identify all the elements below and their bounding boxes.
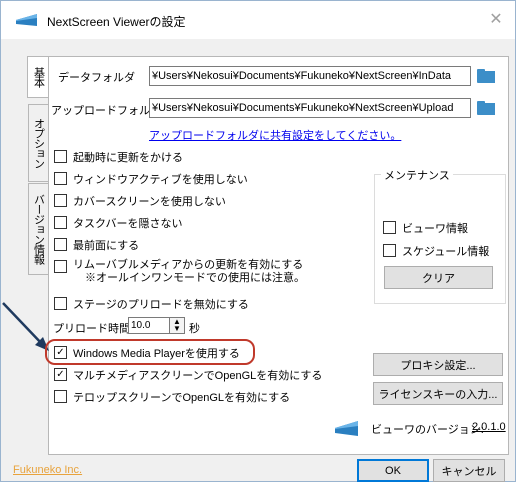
clear-button[interactable]: クリア bbox=[384, 266, 493, 289]
close-button[interactable]: ✕ bbox=[485, 9, 507, 31]
maintenance-title: メンテナンス bbox=[381, 167, 453, 183]
upload-folder-label: アップロードフォルダ bbox=[51, 105, 161, 117]
checkbox-label: カバースクリーンを使用しない bbox=[73, 196, 226, 208]
share-setting-link[interactable]: アップロードフォルダに共有設定をしてください。 bbox=[149, 127, 401, 143]
checkbox-removable-media[interactable]: リムーバブルメディアからの更新を有効にする ※オールインワンモードでの使用には注… bbox=[54, 259, 305, 285]
checkbox-topmost[interactable]: 最前面にする bbox=[54, 237, 139, 253]
checkbox-box[interactable] bbox=[54, 390, 67, 403]
tab-basic-label: 基本 bbox=[32, 67, 45, 87]
license-key-button[interactable]: ライセンスキーの入力... bbox=[373, 382, 503, 405]
checkbox-label: ステージのプリロードを無効にする bbox=[73, 299, 249, 311]
checkbox-disable-preload[interactable]: ステージのプリロードを無効にする bbox=[54, 296, 249, 312]
checkbox-box[interactable] bbox=[54, 216, 67, 229]
tab-options[interactable]: オプション bbox=[28, 104, 49, 182]
checkbox-box[interactable] bbox=[54, 150, 67, 163]
checkbox-schedule-info[interactable]: スケジュール情報 bbox=[383, 243, 489, 259]
checkbox-box[interactable]: ✓ bbox=[54, 368, 67, 381]
version-value: 2.0.1.0 bbox=[472, 421, 506, 433]
preload-time-spinner[interactable]: ▲ ▼ bbox=[169, 317, 185, 334]
tab-version-info[interactable]: バージョン情報 bbox=[28, 183, 49, 275]
tab-basic[interactable]: 基本 bbox=[27, 56, 49, 98]
title-bar: NextScreen Viewerの設定 ✕ bbox=[1, 1, 515, 39]
checkbox-update-on-start[interactable]: 起動時に更新をかける bbox=[54, 149, 183, 165]
preload-time-input[interactable]: 10.0 bbox=[128, 317, 172, 334]
checkbox-box[interactable] bbox=[383, 221, 396, 234]
data-folder-label: データフォルダ bbox=[58, 72, 135, 84]
ok-button[interactable]: OK bbox=[357, 459, 429, 482]
checkbox-label: マルチメディアスクリーンでOpenGLを有効にする bbox=[73, 370, 323, 382]
checkbox-box[interactable] bbox=[54, 172, 67, 185]
preload-time-label: プリロード時間 bbox=[53, 323, 130, 335]
checkbox-windows-media-player[interactable]: ✓ Windows Media Playerを使用する bbox=[54, 345, 240, 361]
company-link[interactable]: Fukuneko Inc. bbox=[13, 464, 82, 476]
checkbox-label: 起動時に更新をかける bbox=[73, 152, 183, 164]
checkbox-no-window-active[interactable]: ウィンドウアクティブを使用しない bbox=[54, 171, 248, 187]
checkbox-no-cover-screen[interactable]: カバースクリーンを使用しない bbox=[54, 193, 226, 209]
checkbox-label: テロップスクリーンでOpenGLを有効にする bbox=[73, 392, 291, 404]
preload-unit: 秒 bbox=[189, 323, 200, 335]
checkbox-box[interactable]: ✓ bbox=[54, 346, 67, 359]
checkbox-multimedia-opengl[interactable]: ✓ マルチメディアスクリーンでOpenGLを有効にする bbox=[54, 367, 322, 383]
checkbox-label: タスクバーを隠さない bbox=[73, 218, 183, 230]
settings-window: NextScreen Viewerの設定 ✕ 基本 オプション バージョン情報 … bbox=[0, 0, 516, 482]
checkbox-box[interactable] bbox=[54, 194, 67, 207]
version-app-icon bbox=[335, 421, 358, 436]
checkbox-label: ウィンドウアクティブを使用しない bbox=[73, 174, 248, 186]
checkbox-box[interactable] bbox=[54, 260, 67, 273]
data-folder-field[interactable]: ¥Users¥Nekosui¥Documents¥Fukuneko¥NextSc… bbox=[149, 66, 471, 86]
checkbox-label: リムーバブルメディアからの更新を有効にする bbox=[73, 259, 304, 271]
app-icon bbox=[16, 14, 37, 26]
checkbox-label: スケジュール情報 bbox=[402, 246, 490, 258]
tab-version-info-label: バージョン情報 bbox=[32, 194, 45, 264]
window-title: NextScreen Viewerの設定 bbox=[47, 15, 186, 29]
checkbox-label: 最前面にする bbox=[73, 240, 140, 252]
version-label: ビューワのバージョン: bbox=[371, 424, 484, 436]
checkbox-show-taskbar[interactable]: タスクバーを隠さない bbox=[54, 215, 182, 231]
checkbox-telop-opengl[interactable]: テロップスクリーンでOpenGLを有効にする bbox=[54, 389, 290, 405]
checkbox-label: ビューワ情報 bbox=[402, 223, 468, 235]
checkbox-label: Windows Media Playerを使用する bbox=[73, 348, 240, 360]
upload-folder-field[interactable]: ¥Users¥Nekosui¥Documents¥Fukuneko¥NextSc… bbox=[149, 98, 471, 118]
cancel-button[interactable]: キャンセル bbox=[433, 459, 505, 482]
checkbox-viewer-info[interactable]: ビューワ情報 bbox=[383, 220, 468, 236]
folder-icon[interactable] bbox=[477, 101, 495, 115]
checkbox-box[interactable] bbox=[383, 244, 396, 257]
tab-options-label: オプション bbox=[32, 118, 45, 168]
spin-down-icon[interactable]: ▼ bbox=[170, 325, 184, 333]
proxy-settings-button[interactable]: プロキシ設定... bbox=[373, 353, 503, 376]
folder-icon[interactable] bbox=[477, 69, 495, 83]
checkbox-label-group: リムーバブルメディアからの更新を有効にする ※オールインワンモードでの使用には注… bbox=[73, 259, 305, 285]
checkbox-box[interactable] bbox=[54, 238, 67, 251]
checkbox-note: ※オールインワンモードでの使用には注意。 bbox=[85, 272, 305, 284]
